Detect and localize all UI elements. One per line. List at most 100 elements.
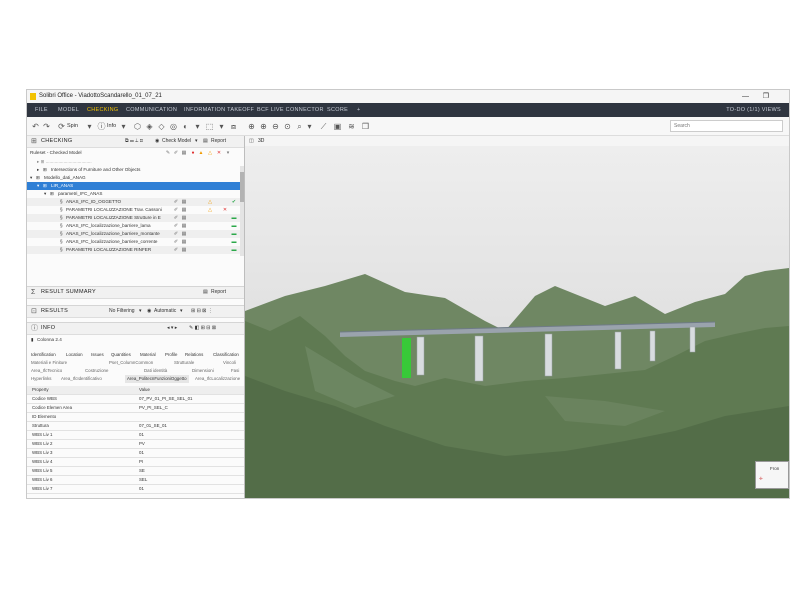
tab-costruzione[interactable]: Costruzione xyxy=(85,367,108,375)
zoom-fit-icon[interactable]: ⊕ xyxy=(247,122,256,131)
checking-report-button[interactable]: Report xyxy=(211,136,226,147)
tree-row[interactable]: ▸ ⊞ Intersections of Furniture and Other… xyxy=(27,166,240,174)
comment-icon[interactable]: ✐ xyxy=(173,199,179,205)
tab-materiali[interactable]: Materiali e Finiture xyxy=(31,359,67,367)
chevron-down-icon[interactable]: ▾ xyxy=(195,136,198,147)
menu-file[interactable]: FILE xyxy=(35,103,48,117)
expand-icon[interactable]: ▸ xyxy=(37,166,39,174)
rule-row[interactable]: § ANAS_IFC_localizzazione_barriere_corre… xyxy=(27,238,240,246)
results-tools-icon[interactable]: ⊞ ⊟ ⊠ ⋮ xyxy=(191,306,213,317)
tab-identification[interactable]: Identification xyxy=(31,351,56,359)
zoom-out-icon[interactable]: ⊖ xyxy=(271,122,280,131)
tab-material[interactable]: Material xyxy=(140,351,156,359)
zoom-window-icon[interactable]: ⌕ xyxy=(295,122,304,131)
panel-tools-icon[interactable]: ⧉ ▭ ⊥ ⊡ xyxy=(125,136,143,147)
zoom-selection-icon[interactable]: ⊙ xyxy=(283,122,292,131)
comment-icon[interactable]: ✐ xyxy=(173,247,179,253)
tab-area-identificativo[interactable]: Area_IfcIdentificativo xyxy=(61,375,102,383)
bridge-pier[interactable] xyxy=(614,331,622,370)
ruleset-header[interactable]: Ruleset - Checked Model ✎ ✐ ▦ ● ▲ △ ✕ ▾ xyxy=(27,148,240,158)
chevron-down-icon[interactable]: ▾ xyxy=(193,122,202,131)
bridge-pier[interactable] xyxy=(649,330,656,362)
comment-icon[interactable]: ✐ xyxy=(173,231,179,237)
table-icon[interactable]: ▦ xyxy=(181,207,187,213)
chevron-down-icon[interactable]: ▾ xyxy=(139,306,142,317)
bridge-pier[interactable] xyxy=(689,326,696,353)
info-nav-icon[interactable]: ◂ ▾ ▸ xyxy=(167,323,177,334)
navigation-cube[interactable]: Fron ✛ xyxy=(755,461,789,489)
chevron-down-icon[interactable]: ▾ xyxy=(180,306,183,317)
rule-row[interactable]: § ANAS_IFC_localizzazione_barriere_lama … xyxy=(27,222,240,230)
tab-profile[interactable]: Profile xyxy=(165,351,177,359)
tab-location[interactable]: Location xyxy=(66,351,83,359)
menu-score[interactable]: SCORE xyxy=(327,103,348,117)
table-icon[interactable]: ▦ xyxy=(181,215,187,221)
spin-mode-button[interactable]: Spin xyxy=(67,121,78,131)
scrollbar-thumb[interactable] xyxy=(240,172,244,202)
info-mode-button[interactable]: Info xyxy=(107,121,116,131)
rule-row[interactable]: § ANAS_IFC_localizzazione_barriere_monta… xyxy=(27,230,240,238)
comment-icon[interactable]: ✐ xyxy=(173,207,179,213)
rule-row[interactable]: § PARAMETRI LOCALIZZAZIONE RINFER ✐ ▦ ▬ xyxy=(27,246,240,254)
minimize-button[interactable]: — xyxy=(742,90,749,103)
menu-bcf-live-connector[interactable]: BCF LIVE CONNECTOR xyxy=(257,103,324,117)
rule-row[interactable]: § PARAMETRI LOCALIZZAZIONE Strutture in … xyxy=(27,214,240,222)
tab-dati-identita[interactable]: Dati identità xyxy=(144,367,167,375)
expand-icon[interactable]: ▾ xyxy=(44,190,46,198)
measure-icon[interactable]: ⟋ xyxy=(319,122,328,131)
tab-strutturale[interactable]: Strutturale xyxy=(174,359,194,367)
bridge-pier[interactable] xyxy=(416,336,425,376)
comment-icon[interactable]: ✐ xyxy=(173,215,179,221)
tab-relations[interactable]: Relations xyxy=(185,351,203,359)
comment-icon[interactable]: ✐ xyxy=(173,150,179,156)
3d-scene[interactable] xyxy=(245,146,789,498)
table-icon[interactable]: ▦ xyxy=(181,247,187,253)
chevron-down-icon[interactable]: ▾ xyxy=(225,150,231,156)
comment-icon[interactable]: ✐ xyxy=(173,223,179,229)
tab-quantities[interactable]: Quantities xyxy=(111,351,131,359)
check-model-icon[interactable]: ◉ xyxy=(155,136,159,147)
chevron-down-icon[interactable]: ▾ xyxy=(85,122,94,131)
zoom-in-icon[interactable]: ⊕ xyxy=(259,122,268,131)
rule-row[interactable]: § PARAMETRI LOCALIZZAZIONE Trav. Cassoni… xyxy=(27,206,240,214)
results-filter-select[interactable]: No Filtering xyxy=(109,306,135,317)
section-cube-icon[interactable]: ⧈ xyxy=(229,122,238,131)
highlighted-pier[interactable] xyxy=(402,338,411,378)
select-objects-icon[interactable]: ⬡ xyxy=(133,122,142,131)
search-input[interactable]: Search xyxy=(670,120,783,132)
undo-icon[interactable]: ↶ xyxy=(31,122,40,131)
tab-issues[interactable]: Issues xyxy=(91,351,104,359)
edit-icon[interactable]: ✎ xyxy=(165,150,171,156)
menu-model[interactable]: MODEL xyxy=(58,103,79,117)
tab-area-localizzazione[interactable]: Area_IfcLocalizzazione xyxy=(195,375,240,383)
tree-row-collapsed[interactable]: ▸ ⊞ .................................... xyxy=(27,158,240,166)
tree-row-selected[interactable]: ▾ ⊞ LIR_ANAS xyxy=(27,182,240,190)
tab-dimensioni[interactable]: Dimensioni xyxy=(192,367,214,375)
tab-fasi[interactable]: Fasi xyxy=(231,367,239,375)
chevron-down-icon[interactable]: ▾ xyxy=(119,122,128,131)
info-icon[interactable]: ⓘ xyxy=(97,122,106,131)
chevron-down-icon[interactable]: ▾ xyxy=(305,122,314,131)
redo-icon[interactable]: ↷ xyxy=(42,122,51,131)
check-model-button[interactable]: Check Model xyxy=(162,136,191,147)
menu-add-tab[interactable]: + xyxy=(357,103,361,117)
table-icon[interactable]: ▦ xyxy=(181,239,187,245)
tab-area-tecnico[interactable]: Area_IfcTecnico xyxy=(31,367,62,375)
table-icon[interactable]: ▦ xyxy=(181,231,187,237)
menu-information-takeoff[interactable]: INFORMATION TAKEOFF xyxy=(184,103,254,117)
table-icon[interactable]: ▦ xyxy=(181,223,187,229)
bridge-pier[interactable] xyxy=(474,335,484,382)
info-tools-icon[interactable]: ✎ ◧ ⊞ ⊟ ⊠ xyxy=(189,323,216,334)
tab-vincoli[interactable]: Vincoli xyxy=(223,359,236,367)
expand-icon[interactable]: ▾ xyxy=(37,182,39,190)
report-icon[interactable]: ▤ xyxy=(203,136,208,147)
report-icon[interactable]: ▤ xyxy=(203,287,208,298)
cube-icon[interactable]: ❒ xyxy=(361,122,370,131)
layers-icon[interactable]: ≋ xyxy=(347,122,356,131)
menu-checking[interactable]: CHECKING xyxy=(87,103,119,118)
tree-row[interactable]: ▾ ⊞ Modello_dati_ANAG xyxy=(27,174,240,182)
slides-icon[interactable]: ▣ xyxy=(333,122,342,131)
show-all-icon[interactable]: ◎ xyxy=(169,122,178,131)
table-icon[interactable]: ▦ xyxy=(181,150,187,156)
isolate-objects-icon[interactable]: ◇ xyxy=(157,122,166,131)
